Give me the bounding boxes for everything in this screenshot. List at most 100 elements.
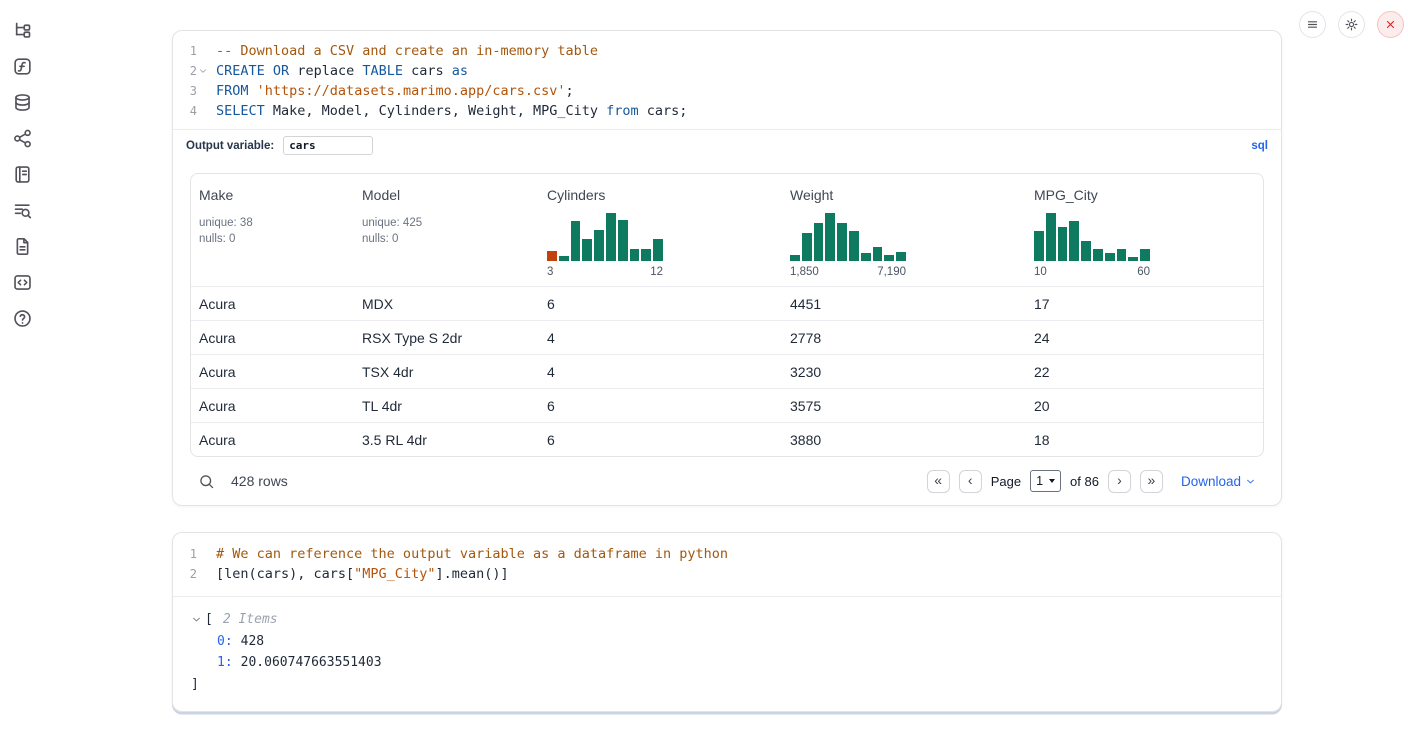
tree-close-line: ] [191,674,1263,696]
table-row: AcuraTL 4dr6357520 [191,388,1263,422]
histogram-bar [1034,231,1044,261]
table-cell: 20 [1026,389,1263,422]
histogram-bar [1105,253,1115,261]
table-cell: MDX [354,287,539,320]
download-label: Download [1181,474,1241,489]
download-button[interactable]: Download [1181,474,1256,489]
sql-cell: 1-- Download a CSV and create an in-memo… [172,30,1282,506]
column-header-weight[interactable]: Weight 1,8507,190 [782,174,1026,286]
table-cell: 2778 [782,321,1026,354]
table-row: AcuraTSX 4dr4323022 [191,354,1263,388]
histogram-bar [849,231,859,261]
language-badge: sql [1251,140,1268,152]
column-name: Weight [790,187,1018,203]
column-header-cylinders[interactable]: Cylinders312 [539,174,782,286]
sidebar-item-documentation[interactable] [12,236,33,257]
settings-button[interactable] [1338,11,1365,38]
histogram-bar [641,249,651,261]
table-cell: Acura [191,321,354,354]
column-header-mpg_city[interactable]: MPG_City1060 [1026,174,1263,286]
line-number: 2 [173,564,197,584]
table-cell: Acura [191,287,354,320]
table-cell: 6 [539,423,782,456]
histogram-bar [837,223,847,261]
notebook-menu-button[interactable] [1299,11,1326,38]
table-body: AcuraMDX6445117AcuraRSX Type S 2dr427782… [191,286,1263,456]
items-count: 2 Items [223,609,278,631]
histogram-bar [1117,249,1127,261]
tree-entries: 0:4281:20.060747663551403 [191,631,1263,674]
line-number: 1 [173,41,197,61]
data-table: Makeunique: 38nulls: 0 Model unique: 425nu… [190,173,1264,457]
histogram-bar [1069,221,1079,261]
column-name: Model [362,187,531,203]
sidebar-item-variables[interactable] [12,56,33,77]
code-line: 1-- Download a CSV and create an in-memo… [173,41,1281,61]
python-output: [ 2 Items 0:4281:20.060747663551403 ] [173,597,1281,711]
code-line: 2[len(cars), cars["MPG_City"].mean()] [173,564,1281,584]
first-page-button[interactable]: « [927,470,950,493]
column-stats: unique: 425nulls: 0 [362,215,531,247]
column-name: MPG_City [1034,187,1255,203]
column-stats: unique: 38nulls: 0 [199,215,346,247]
page-select[interactable]: 1 [1030,470,1061,492]
code-line: 4SELECT Make, Model, Cylinders, Weight, … [173,101,1281,121]
sidebar-item-file-explorer[interactable] [12,20,33,41]
histogram-bar [873,247,883,261]
table-cell: Acura [191,389,354,422]
shutdown-button[interactable] [1377,11,1404,38]
histogram-bar [582,239,592,261]
histogram-bar [884,255,894,261]
prev-page-button[interactable]: ‹ [959,470,982,493]
select-arrow-icon [1049,479,1055,483]
histogram-bar [1081,241,1091,261]
last-page-button[interactable]: » [1140,470,1163,493]
histogram-bar [606,213,616,261]
table-footer: 428 rows « ‹ Page 1 of 86 › » Download [190,457,1264,505]
histogram-bar [1058,227,1068,261]
sql-code-editor[interactable]: 1-- Download a CSV and create an in-memo… [173,31,1281,129]
page-select-value: 1 [1036,474,1043,488]
sidebar-item-datasources[interactable] [12,92,33,113]
topbar [1299,11,1404,38]
histogram-bar [547,251,557,261]
sidebar-item-logs[interactable] [12,200,33,221]
table-cell: 3230 [782,355,1026,388]
sidebar-item-dependency-graph[interactable] [12,128,33,149]
chevron-down-icon [1245,476,1256,487]
marimo-notebook: 1-- Download a CSV and create an in-memo… [0,0,1408,729]
output-variable-row: Output variable: sql [173,129,1281,161]
tree-key: 0: [217,631,233,653]
pagination: « ‹ Page 1 of 86 › » [927,470,1163,493]
histogram-bar [896,252,906,261]
search-icon[interactable] [198,473,215,490]
column-header-model[interactable]: Model unique: 425nulls: 0 [354,174,539,286]
histogram-bar [861,253,871,261]
histogram-bar [571,221,581,261]
sidebar-item-scratchpad[interactable] [12,164,33,185]
histogram-weight: 1,8507,190 [790,207,906,278]
tree-value: 428 [241,631,264,653]
code-line: 3FROM 'https://datasets.marimo.app/cars.… [173,81,1281,101]
next-page-button[interactable]: › [1108,470,1131,493]
output-variable-input[interactable] [283,136,373,155]
fold-toggle-icon[interactable] [198,66,209,77]
histogram-bar [1046,213,1056,261]
table-cell: Acura [191,355,354,388]
histogram-bar [1128,257,1138,261]
sidebar-item-snippets[interactable] [12,272,33,293]
sidebar-item-help[interactable] [12,308,33,329]
histogram-cylinders: 312 [547,207,663,278]
table-cell: TSX 4dr [354,355,539,388]
sql-table-output: Makeunique: 38nulls: 0 Model unique: 425nu… [173,161,1281,505]
table-cell: 4 [539,355,782,388]
open-bracket: [ [205,609,213,631]
column-header-make[interactable]: Makeunique: 38nulls: 0 [191,174,354,286]
table-cell: 4 [539,321,782,354]
collapse-icon[interactable] [191,614,202,625]
python-code-editor[interactable]: 1# We can reference the output variable … [173,533,1281,597]
page-label: Page [991,474,1021,489]
table-cell: 6 [539,389,782,422]
table-cell: 3575 [782,389,1026,422]
line-number: 4 [173,101,197,121]
